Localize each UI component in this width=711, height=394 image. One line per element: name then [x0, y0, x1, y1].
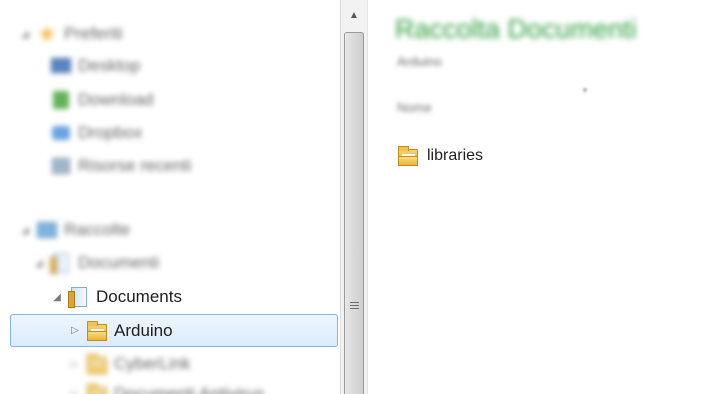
library-documents-icon [68, 286, 90, 308]
tree-item-label: Risorse recenti [78, 156, 192, 175]
navigation-pane: ◢ Preferiti Desktop Download Dropbox Ris… [0, 0, 340, 394]
tree-item-label: CyberLink [114, 354, 191, 373]
download-icon [50, 89, 72, 111]
libraries-icon [36, 219, 58, 241]
folder-icon [397, 145, 419, 167]
tree-item-label: Arduino [114, 320, 173, 340]
grip-line [350, 308, 359, 309]
content-pane: Raccolta Documenti Arduino ▼ Nome librar… [369, 0, 711, 394]
tree-item-label: Download [78, 90, 154, 109]
column-header-name[interactable]: Nome [397, 100, 432, 115]
folder-icon [86, 353, 108, 375]
scroll-thumb[interactable] [344, 32, 364, 394]
tree-item-favorites[interactable]: ◢ Preferiti [18, 18, 123, 50]
collapsed-arrow-icon[interactable]: ▷ [68, 359, 82, 370]
tree-item-dropbox[interactable]: Dropbox [46, 117, 142, 149]
library-documents-icon [50, 252, 72, 274]
tree-item-libraries[interactable]: ◢ Raccolte [18, 214, 130, 246]
tree-item-documents[interactable]: ◢ Documents [50, 281, 182, 313]
recent-places-icon [50, 155, 72, 177]
expand-arrow-icon[interactable]: ◢ [18, 225, 32, 236]
star-icon [36, 23, 58, 45]
tree-item-label: Desktop [78, 56, 141, 75]
desktop-icon [50, 55, 72, 77]
folder-icon [86, 320, 108, 342]
library-subtitle: Arduino [397, 54, 442, 69]
expand-arrow-icon[interactable]: ◢ [18, 29, 32, 40]
tree-item-label: Documents [96, 287, 182, 306]
scroll-up-button[interactable]: ▲ [341, 0, 367, 30]
tree-item-cyberlink[interactable]: ▷ CyberLink [68, 348, 191, 380]
dropbox-icon [50, 122, 72, 144]
expand-arrow-icon[interactable]: ◢ [32, 258, 46, 269]
tree-item-arduino[interactable]: ▷ Arduino [10, 314, 338, 347]
list-item[interactable]: libraries [397, 142, 483, 170]
tree-item-documents-library[interactable]: ◢ Documenti [32, 247, 159, 279]
tree-item-label: Documenti [78, 253, 160, 272]
folder-icon [86, 383, 108, 394]
tree-item-download[interactable]: Download [46, 84, 154, 116]
grip-line [350, 305, 359, 306]
tree-item-desktop[interactable]: Desktop [46, 50, 140, 82]
tree-item-label: Documenti Antivirus [114, 384, 265, 394]
tree-item-label: Preferiti [64, 24, 123, 43]
expand-arrow-icon[interactable]: ◢ [50, 292, 64, 303]
library-title: Raccolta Documenti [395, 14, 637, 44]
collapsed-arrow-icon[interactable]: ▷ [68, 325, 82, 336]
collapsed-arrow-icon[interactable]: ▷ [68, 389, 82, 394]
tree-item-recent[interactable]: Risorse recenti [46, 150, 191, 182]
file-name: libraries [427, 147, 484, 164]
grip-line [350, 302, 359, 303]
sort-arrow-icon: ▼ [581, 86, 589, 95]
tree-item-documenti-antivirus[interactable]: ▷ Documenti Antivirus [68, 378, 264, 394]
nav-scrollbar[interactable]: ▲ [340, 0, 368, 394]
tree-item-label: Dropbox [78, 123, 143, 142]
tree-item-label: Raccolte [64, 220, 131, 239]
